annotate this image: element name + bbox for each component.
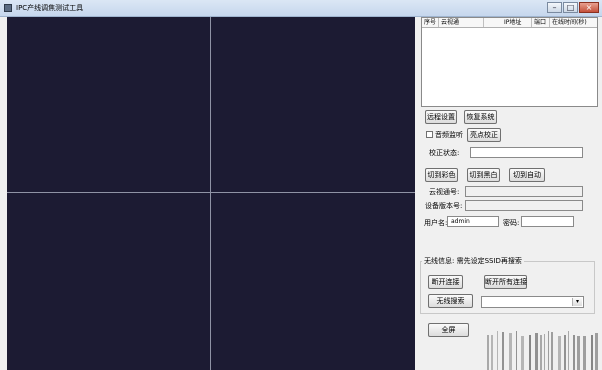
username-label: 用户名: bbox=[424, 219, 448, 227]
switch-color-button[interactable]: 切到彩色 bbox=[425, 168, 458, 182]
cloud-id-label: 云视通号: bbox=[429, 188, 460, 196]
grid-divider-vertical bbox=[210, 17, 211, 370]
barcode-icon bbox=[487, 327, 599, 370]
fullscreen-button[interactable]: 全屏 bbox=[428, 323, 469, 337]
ssid-dropdown[interactable]: ▾ bbox=[481, 296, 584, 308]
barcode-bar bbox=[564, 335, 566, 370]
device-table[interactable]: 序号 云视通 IP地址 端口 在线时间(秒) bbox=[421, 17, 598, 107]
column-header-online-time[interactable]: 在线时间(秒) bbox=[550, 18, 597, 27]
minimize-button[interactable]: – bbox=[547, 2, 562, 13]
barcode-bar bbox=[573, 335, 575, 370]
barcode-bar bbox=[502, 332, 504, 370]
barcode-bar bbox=[577, 336, 580, 370]
column-header-index[interactable]: 序号 bbox=[422, 18, 439, 27]
device-table-header: 序号 云视通 IP地址 端口 在线时间(秒) bbox=[422, 18, 597, 28]
barcode-bar bbox=[529, 335, 531, 370]
app-icon bbox=[4, 4, 12, 12]
disconnect-all-button[interactable]: 断开所有连接 bbox=[484, 275, 527, 289]
video-cell-2[interactable] bbox=[211, 17, 415, 192]
barcode-bar bbox=[497, 331, 498, 370]
barcode-bar bbox=[583, 336, 586, 370]
video-cell-3[interactable] bbox=[7, 193, 210, 370]
switch-bw-button[interactable]: 切到黑白 bbox=[467, 168, 500, 182]
column-header-port[interactable]: 端口 bbox=[532, 18, 550, 27]
barcode-bar bbox=[509, 333, 512, 370]
column-header-ip[interactable]: IP地址 bbox=[484, 18, 532, 27]
video-cell-1[interactable] bbox=[7, 17, 210, 192]
barcode-bar bbox=[535, 333, 538, 370]
column-header-cloud-id[interactable]: 云视通 bbox=[439, 18, 484, 27]
remote-settings-button[interactable]: 远程设置 bbox=[425, 110, 457, 124]
barcode-bar bbox=[551, 332, 553, 370]
close-button[interactable]: × bbox=[579, 2, 599, 13]
barcode-graphic bbox=[487, 331, 598, 370]
audio-monitor-checkbox[interactable] bbox=[426, 131, 433, 138]
calibration-status-field[interactable] bbox=[470, 147, 583, 158]
disconnect-button[interactable]: 断开连接 bbox=[428, 275, 463, 289]
video-preview-grid bbox=[7, 17, 415, 370]
barcode-bar bbox=[521, 336, 524, 370]
wireless-group-title: 无线信息: 需先设定SSID再搜索 bbox=[422, 256, 524, 266]
restore-system-button[interactable]: 恢复系统 bbox=[464, 110, 497, 124]
barcode-bar bbox=[491, 335, 493, 370]
barcode-bar bbox=[595, 333, 598, 370]
window-title: IPC产线调焦测试工具 bbox=[16, 4, 84, 12]
maximize-button[interactable]: □ bbox=[563, 2, 578, 13]
device-version-label: 设备版本号: bbox=[425, 202, 463, 210]
password-label: 密码: bbox=[503, 219, 520, 227]
barcode-bar bbox=[558, 336, 561, 370]
title-bar: IPC产线调焦测试工具 – □ × bbox=[0, 0, 602, 17]
chevron-down-icon[interactable]: ▾ bbox=[572, 298, 582, 306]
barcode-bar bbox=[548, 331, 549, 370]
switch-auto-button[interactable]: 切到自动 bbox=[509, 168, 545, 182]
barcode-bar bbox=[540, 335, 542, 370]
bright-spot-calibration-button[interactable]: 亮点校正 bbox=[467, 128, 501, 142]
username-field[interactable]: admin bbox=[447, 216, 499, 227]
cloud-id-field bbox=[465, 186, 583, 197]
barcode-bar bbox=[591, 335, 593, 370]
video-cell-4[interactable] bbox=[211, 193, 415, 370]
wireless-search-button[interactable]: 无线搜索 bbox=[428, 294, 473, 308]
barcode-bar bbox=[544, 334, 545, 370]
audio-monitor-label: 音频监听 bbox=[435, 131, 463, 139]
grid-divider-horizontal bbox=[7, 192, 415, 193]
barcode-bar bbox=[568, 331, 569, 370]
calibration-status-label: 校正状态: bbox=[429, 149, 460, 157]
barcode-bar bbox=[487, 335, 489, 370]
password-field[interactable] bbox=[521, 216, 574, 227]
barcode-bar bbox=[516, 331, 517, 370]
device-version-field bbox=[465, 200, 583, 211]
